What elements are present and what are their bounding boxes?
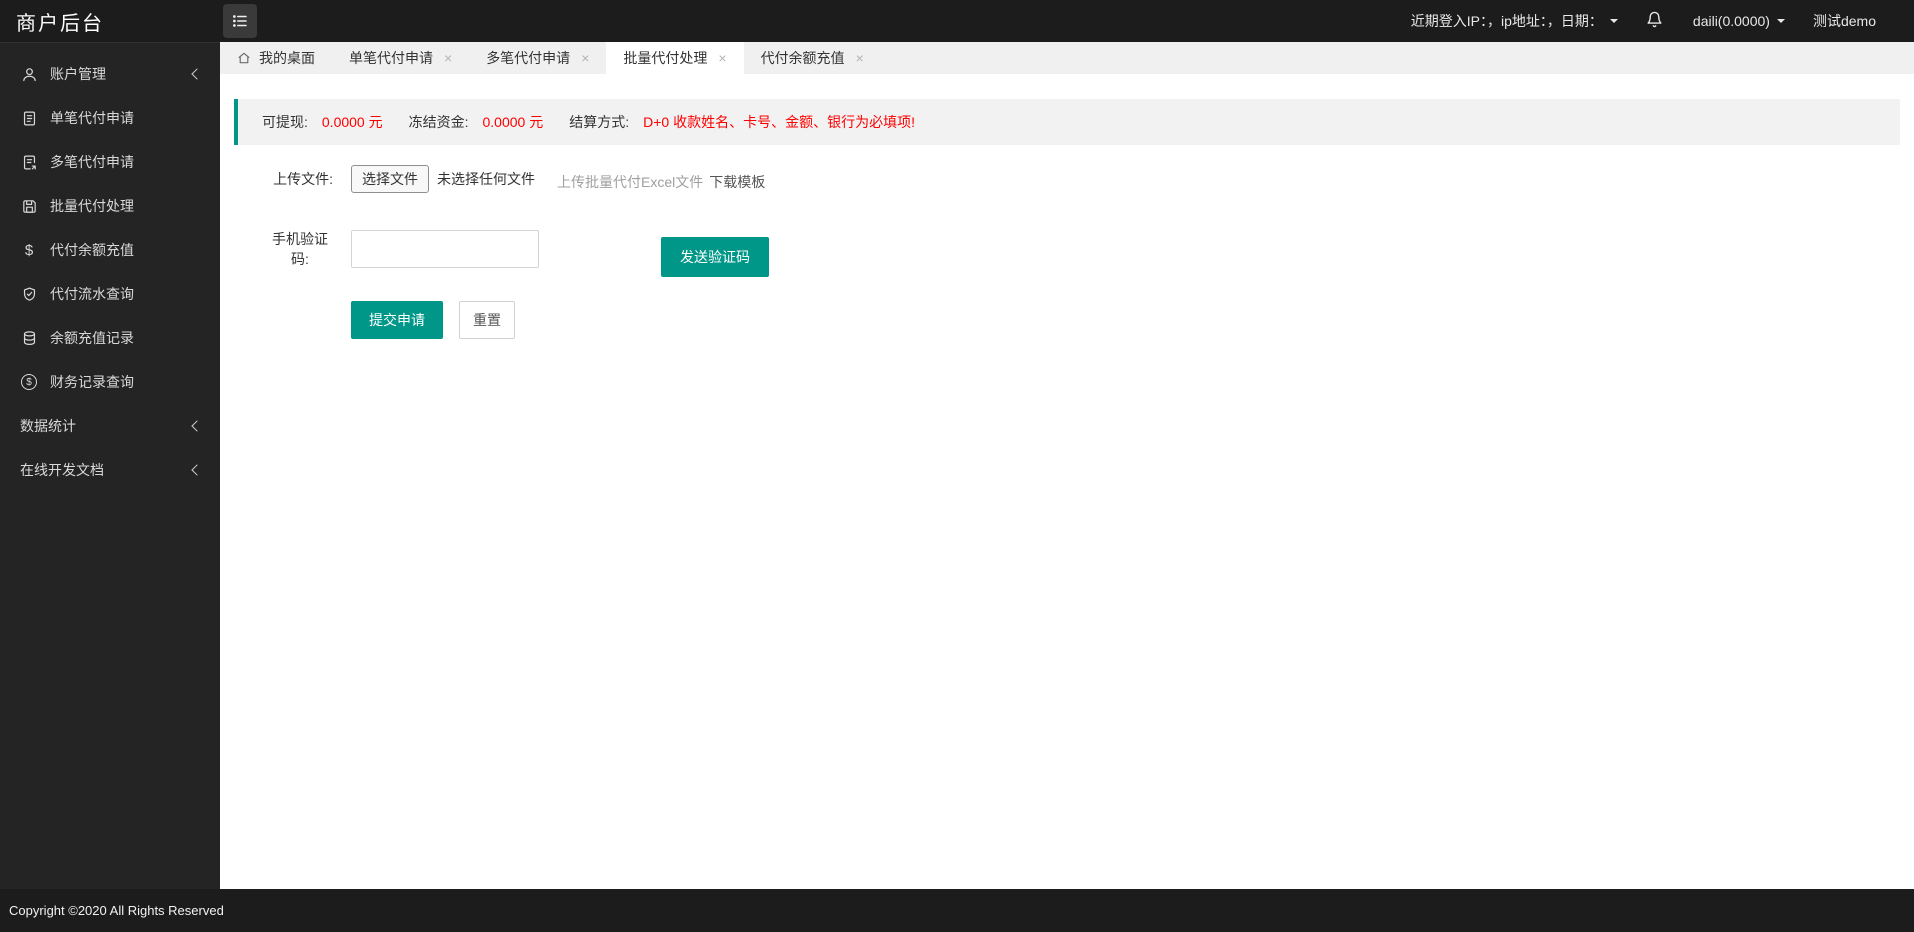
sidebar-item-label: 在线开发文档 (20, 460, 193, 480)
sidebar-item-label: 代付流水查询 (50, 284, 204, 304)
tab-bar: 我的桌面 单笔代付申请 × 多笔代付申请 × 批量代付处理 × 代付余额充值 × (220, 42, 1914, 74)
merchant-admin-app: 商户后台 近期登入IP：，ip地址：，日期： (0, 0, 1914, 932)
topbar-right-group: 近期登入IP：，ip地址：，日期： daili(0.0000) 测试demo (1411, 11, 1914, 31)
menu-icon (231, 12, 249, 30)
tab-label: 代付余额充值 (761, 48, 845, 68)
document-icon (20, 110, 38, 127)
login-info-text: 近期登入IP：，ip地址：，日期： (1411, 11, 1603, 31)
document-export-icon (20, 154, 38, 171)
download-template-link[interactable]: 下载模板 (709, 172, 765, 192)
sidebar-item-label: 单笔代付申请 (50, 108, 204, 128)
database-icon (20, 330, 38, 347)
app-title: 商户后台 (0, 7, 220, 36)
reset-button[interactable]: 重置 (459, 301, 515, 339)
sidebar-item-account-management[interactable]: 账户管理 (0, 52, 220, 96)
main-content: 可提现: 0.0000 元 冻结资金: 0.0000 元 结算方式: D+0 收… (220, 74, 1914, 889)
tab-multi-payout[interactable]: 多笔代付申请 × (469, 42, 606, 74)
chevron-down-icon (1777, 19, 1785, 27)
sidebar-item-label: 数据统计 (20, 416, 193, 436)
sidebar-item-label: 批量代付处理 (50, 196, 204, 216)
sidebar-item-label: 多笔代付申请 (50, 152, 204, 172)
file-status-text: 未选择任何文件 (437, 169, 535, 189)
sidebar-item-payout-balance-topup[interactable]: $ 代付余额充值 (0, 228, 220, 272)
close-icon[interactable]: × (718, 51, 726, 65)
settlement-label: 结算方式: (569, 112, 629, 132)
tab-label: 多笔代付申请 (486, 48, 570, 68)
sidebar-item-finance-records-query[interactable]: $ 财务记录查询 (0, 360, 220, 404)
sms-code-input[interactable] (351, 230, 539, 268)
tab-label: 我的桌面 (259, 48, 315, 68)
send-code-button[interactable]: 发送验证码 (661, 237, 769, 277)
chevron-left-icon (191, 68, 202, 79)
tab-label: 单笔代付申请 (349, 48, 433, 68)
balance-alert-bar: 可提现: 0.0000 元 冻结资金: 0.0000 元 结算方式: D+0 收… (234, 99, 1900, 145)
sidebar-item-single-payout[interactable]: 单笔代付申请 (0, 96, 220, 140)
upload-file-label: 上传文件: (267, 169, 333, 189)
sidebar-item-online-dev-docs[interactable]: 在线开发文档 (0, 448, 220, 492)
login-info-dropdown[interactable]: 近期登入IP：，ip地址：，日期： (1411, 11, 1618, 31)
frozen-label: 冻结资金: (409, 112, 469, 132)
user-icon (20, 66, 38, 83)
settlement-value: D+0 收款姓名、卡号、金额、银行为必填项! (643, 112, 915, 132)
merchant-name: 测试demo (1813, 11, 1876, 31)
chevron-left-icon (191, 464, 202, 475)
upload-hint-text: 上传批量代付Excel文件 (557, 172, 703, 192)
home-icon (237, 51, 251, 65)
close-icon[interactable]: × (581, 51, 589, 65)
close-icon[interactable]: × (856, 51, 864, 65)
withdrawable-value: 0.0000 元 (322, 112, 383, 132)
submit-button[interactable]: 提交申请 (351, 301, 443, 339)
frozen-value: 0.0000 元 (483, 112, 544, 132)
form-actions-row: 提交申请 重置 (351, 301, 1914, 339)
tab-single-payout[interactable]: 单笔代付申请 × (332, 42, 469, 74)
sidebar-item-batch-payout[interactable]: 批量代付处理 (0, 184, 220, 228)
save-icon (20, 198, 38, 215)
withdrawable-label: 可提现: (262, 112, 308, 132)
tab-batch-payout[interactable]: 批量代付处理 × (606, 42, 743, 74)
sidebar-item-label: 财务记录查询 (50, 372, 204, 392)
sidebar-toggle-button[interactable] (223, 4, 257, 38)
footer-bar: Copyright ©2020 All Rights Reserved (0, 889, 1914, 932)
sms-code-row: 手机验证码: 发送验证码 (220, 221, 1914, 277)
chevron-down-icon (1610, 19, 1618, 27)
dollar-circle-icon: $ (20, 374, 38, 390)
tab-label: 批量代付处理 (623, 48, 707, 68)
close-icon[interactable]: × (444, 51, 452, 65)
sidebar-item-label: 余额充值记录 (50, 328, 204, 348)
bell-icon (1646, 11, 1663, 31)
sidebar-item-label: 代付余额充值 (50, 240, 204, 260)
sidebar-item-data-statistics[interactable]: 数据统计 (0, 404, 220, 448)
user-menu[interactable]: daili(0.0000) (1693, 13, 1785, 29)
sidebar-item-payout-flow-query[interactable]: 代付流水查询 (0, 272, 220, 316)
sms-code-label: 手机验证码: (267, 229, 333, 270)
sidebar-nav: 账户管理 单笔代付申请 多笔代付申请 (0, 42, 220, 889)
top-bar: 商户后台 近期登入IP：，ip地址：，日期： (0, 0, 1914, 42)
copyright-text: Copyright ©2020 All Rights Reserved (9, 903, 224, 918)
shield-check-icon (20, 286, 38, 303)
chevron-left-icon (191, 420, 202, 431)
tab-payout-balance-topup[interactable]: 代付余额充值 × (744, 42, 881, 74)
notifications-button[interactable] (1646, 11, 1663, 31)
tab-my-desktop[interactable]: 我的桌面 (220, 42, 332, 74)
choose-file-button[interactable]: 选择文件 (351, 165, 429, 193)
sidebar-item-topup-records[interactable]: 余额充值记录 (0, 316, 220, 360)
sidebar-item-label: 账户管理 (50, 64, 193, 84)
sidebar-item-multi-payout[interactable]: 多笔代付申请 (0, 140, 220, 184)
user-name: daili(0.0000) (1693, 13, 1770, 29)
upload-file-row: 上传文件: 选择文件 未选择任何文件 上传批量代付Excel文件 下载模板 (220, 165, 1914, 193)
dollar-icon: $ (20, 243, 38, 258)
batch-payout-form: 上传文件: 选择文件 未选择任何文件 上传批量代付Excel文件 下载模板 手机… (220, 165, 1914, 339)
